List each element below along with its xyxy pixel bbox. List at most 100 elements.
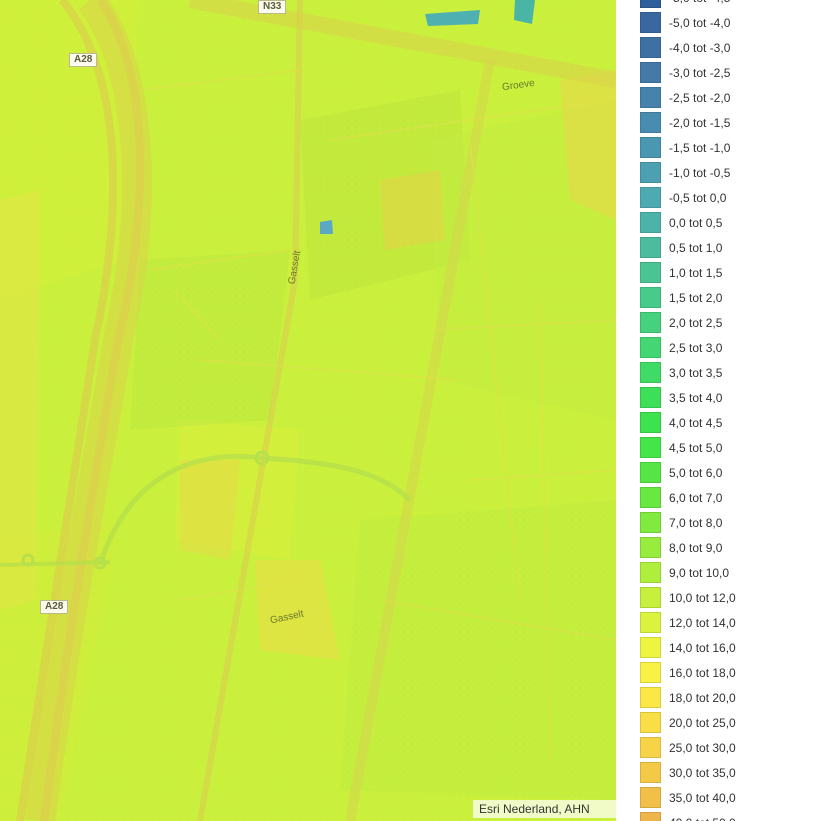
- legend-panel[interactable]: -5,0 tot -4,5 -5,0 tot -4,0 -4,0 tot -3,0 -…: [616, 0, 824, 821]
- legend-item: 3,0 tot 3,5: [616, 360, 824, 385]
- legend-item: 16,0 tot 18,0: [616, 660, 824, 685]
- legend-label: -1,0 tot -0,5: [669, 165, 731, 180]
- legend-swatch: [640, 687, 661, 708]
- legend-swatch: [640, 137, 661, 158]
- legend-swatch: [640, 762, 661, 783]
- legend-label: 35,0 tot 40,0: [669, 790, 736, 805]
- legend-item: 25,0 tot 30,0: [616, 735, 824, 760]
- legend-swatch: [640, 12, 661, 33]
- legend-swatch: [640, 612, 661, 633]
- legend-label: -5,0 tot -4,0: [669, 15, 731, 30]
- legend-swatch: [640, 787, 661, 808]
- legend-label: 2,5 tot 3,0: [669, 340, 723, 355]
- map-canvas: [0, 0, 616, 821]
- legend-swatch: [640, 562, 661, 583]
- legend-label: 16,0 tot 18,0: [669, 665, 736, 680]
- legend-item: -2,5 tot -2,0: [616, 85, 824, 110]
- legend-item: 2,0 tot 2,5: [616, 310, 824, 335]
- legend-swatch: [640, 487, 661, 508]
- legend-item: 10,0 tot 12,0: [616, 585, 824, 610]
- legend-label: 12,0 tot 14,0: [669, 615, 736, 630]
- legend-label: 4,5 tot 5,0: [669, 440, 723, 455]
- legend-swatch: [640, 462, 661, 483]
- legend-item: 1,0 tot 1,5: [616, 260, 824, 285]
- legend-label: 3,5 tot 4,0: [669, 390, 723, 405]
- legend-item: -0,5 tot 0,0: [616, 185, 824, 210]
- legend-swatch: [640, 262, 661, 283]
- legend-swatch: [640, 812, 661, 821]
- legend-label: 7,0 tot 8,0: [669, 515, 723, 530]
- legend-item: 5,0 tot 6,0: [616, 460, 824, 485]
- legend-label: -0,5 tot 0,0: [669, 190, 727, 205]
- legend-item: 6,0 tot 7,0: [616, 485, 824, 510]
- legend-label: -2,0 tot -1,5: [669, 115, 731, 130]
- legend-label: -1,5 tot -1,0: [669, 140, 731, 155]
- legend-swatch: [640, 737, 661, 758]
- legend-item: 7,0 tot 8,0: [616, 510, 824, 535]
- legend-swatch: [640, 112, 661, 133]
- legend-swatch: [640, 437, 661, 458]
- legend-label: 3,0 tot 3,5: [669, 365, 723, 380]
- legend-label: 9,0 tot 10,0: [669, 565, 730, 580]
- legend-item: 3,5 tot 4,0: [616, 385, 824, 410]
- road-label-n33: N33: [258, 0, 287, 14]
- legend-item: 30,0 tot 35,0: [616, 760, 824, 785]
- legend-label: 1,0 tot 1,5: [669, 265, 723, 280]
- legend-label: 20,0 tot 25,0: [669, 715, 736, 730]
- legend-label: 1,5 tot 2,0: [669, 290, 723, 305]
- road-label-a28-south: A28: [40, 600, 69, 614]
- legend-label: 18,0 tot 20,0: [669, 690, 736, 705]
- legend-item: 0,0 tot 0,5: [616, 210, 824, 235]
- legend-label: 25,0 tot 30,0: [669, 740, 736, 755]
- elevation-map[interactable]: N33 A28 A28 Groeve Gasselt Gasselt Esri …: [0, 0, 616, 821]
- legend-item: -4,0 tot -3,0: [616, 35, 824, 60]
- legend-label: 40,0 tot 50,0: [669, 816, 736, 821]
- legend-item: 4,5 tot 5,0: [616, 435, 824, 460]
- legend-label: 14,0 tot 16,0: [669, 640, 736, 655]
- legend-label: 8,0 tot 9,0: [669, 540, 723, 555]
- legend-swatch: [640, 87, 661, 108]
- legend-swatch: [640, 187, 661, 208]
- legend-swatch: [640, 0, 661, 8]
- legend-label: -2,5 tot -2,0: [669, 90, 731, 105]
- legend-list: -5,0 tot -4,5 -5,0 tot -4,0 -4,0 tot -3,0 -…: [616, 0, 824, 821]
- legend-item: 12,0 tot 14,0: [616, 610, 824, 635]
- legend-item: 40,0 tot 50,0: [616, 810, 824, 821]
- legend-item: 18,0 tot 20,0: [616, 685, 824, 710]
- legend-label: 6,0 tot 7,0: [669, 490, 723, 505]
- legend-label: 10,0 tot 12,0: [669, 590, 736, 605]
- legend-label: -4,0 tot -3,0: [669, 40, 731, 55]
- legend-swatch: [640, 637, 661, 658]
- legend-item: -2,0 tot -1,5: [616, 110, 824, 135]
- legend-item: -5,0 tot -4,5: [616, 0, 824, 10]
- legend-label: 30,0 tot 35,0: [669, 765, 736, 780]
- legend-swatch: [640, 62, 661, 83]
- legend-label: 0,5 tot 1,0: [669, 240, 723, 255]
- legend-item: 20,0 tot 25,0: [616, 710, 824, 735]
- legend-swatch: [640, 587, 661, 608]
- legend-swatch: [640, 337, 661, 358]
- legend-item: 2,5 tot 3,0: [616, 335, 824, 360]
- legend-item: 14,0 tot 16,0: [616, 635, 824, 660]
- legend-swatch: [640, 362, 661, 383]
- legend-label: -3,0 tot -2,5: [669, 65, 731, 80]
- legend-item: 0,5 tot 1,0: [616, 235, 824, 260]
- legend-swatch: [640, 412, 661, 433]
- legend-item: -1,0 tot -0,5: [616, 160, 824, 185]
- legend-item: 4,0 tot 4,5: [616, 410, 824, 435]
- legend-label: 5,0 tot 6,0: [669, 465, 723, 480]
- legend-swatch: [640, 662, 661, 683]
- legend-item: -3,0 tot -2,5: [616, 60, 824, 85]
- legend-swatch: [640, 537, 661, 558]
- legend-item: 9,0 tot 10,0: [616, 560, 824, 585]
- legend-item: -5,0 tot -4,0: [616, 10, 824, 35]
- road-label-a28-north: A28: [69, 53, 98, 67]
- legend-swatch: [640, 287, 661, 308]
- legend-swatch: [640, 162, 661, 183]
- legend-swatch: [640, 512, 661, 533]
- legend-item: 35,0 tot 40,0: [616, 785, 824, 810]
- legend-swatch: [640, 212, 661, 233]
- legend-label: 4,0 tot 4,5: [669, 415, 723, 430]
- legend-item: -1,5 tot -1,0: [616, 135, 824, 160]
- legend-swatch: [640, 387, 661, 408]
